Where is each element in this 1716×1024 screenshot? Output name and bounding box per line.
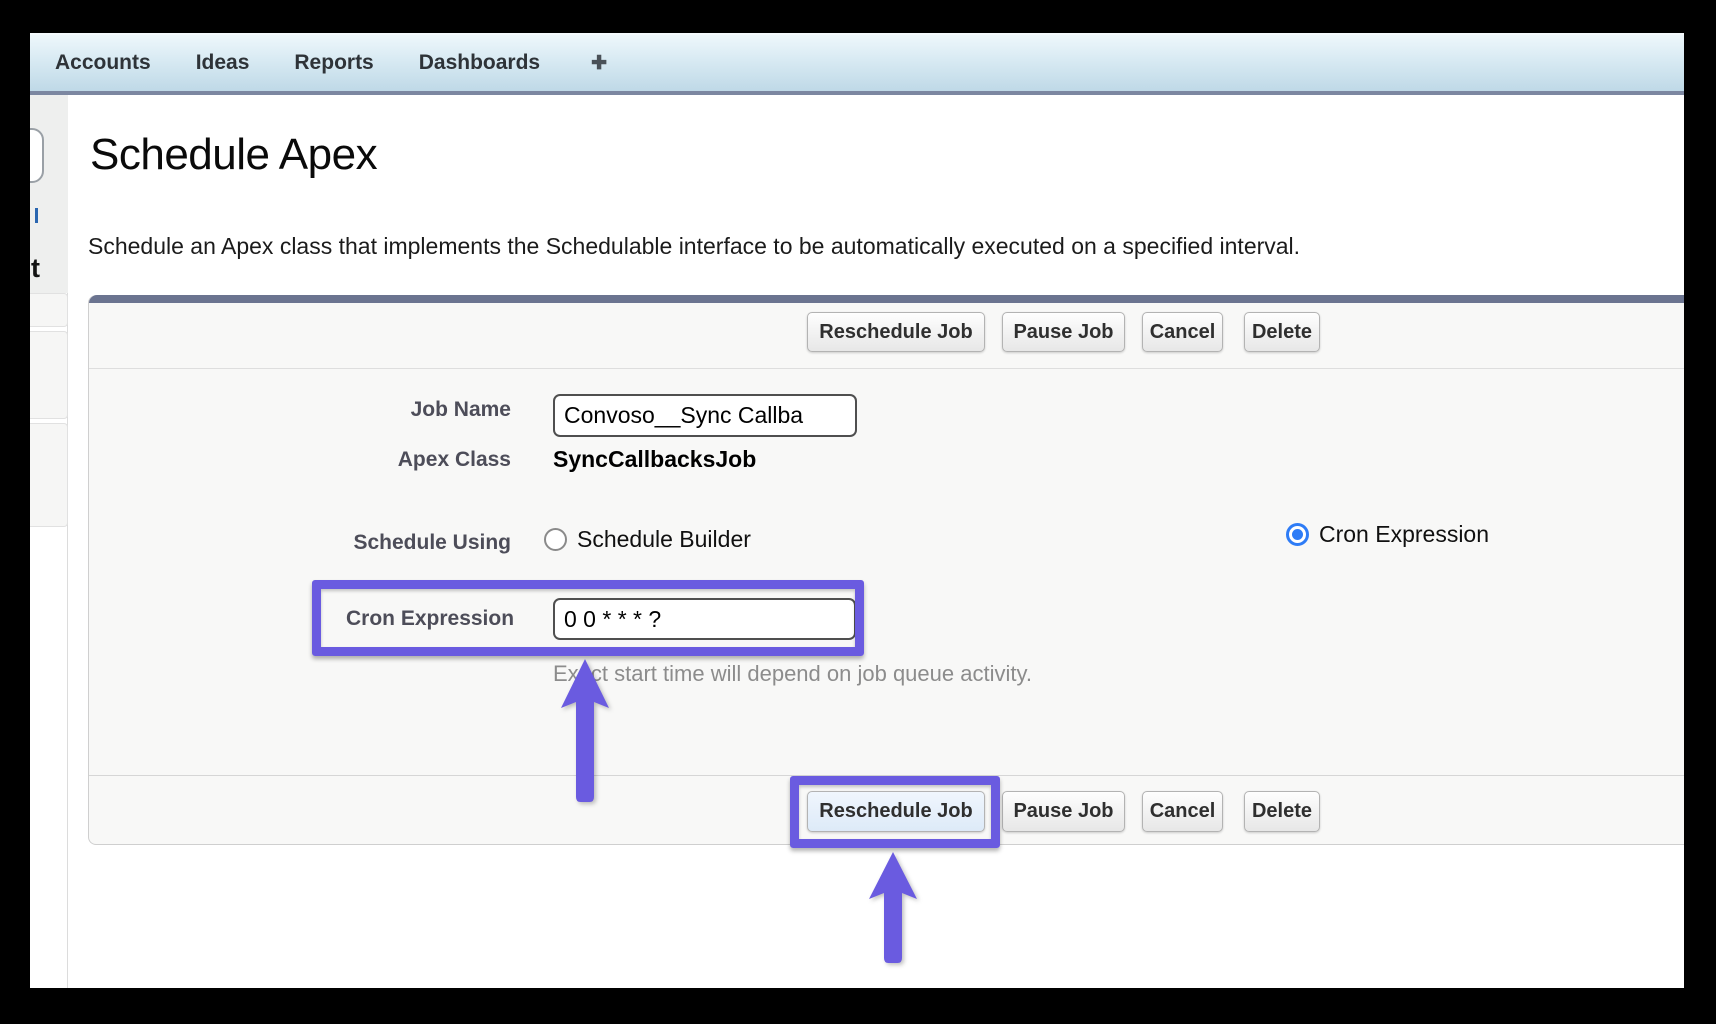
apex-class-label: Apex Class [189, 448, 511, 472]
cron-highlight-box [312, 580, 864, 656]
tab-ideas[interactable]: Ideas [196, 51, 250, 75]
tab-reports[interactable]: Reports [294, 51, 373, 75]
panel-divider-top [89, 368, 1684, 369]
cron-help-text: Exact start time will depend on job queu… [553, 661, 1032, 687]
schedule-builder-radio[interactable] [544, 528, 567, 551]
sidebar-link-fragment[interactable] [35, 208, 38, 223]
reschedule-job-button-top[interactable]: Reschedule Job [807, 312, 985, 352]
schedule-using-label: Schedule Using [189, 531, 511, 555]
sidebar-section-box [30, 293, 68, 327]
screen: { "nav": { "tabs": [ { "label": "Account… [0, 0, 1716, 1024]
cron-expression-radio-label[interactable]: Cron Expression [1319, 521, 1489, 548]
tab-bar: Accounts Ideas Reports Dashboards ✚ [30, 33, 1684, 95]
schedule-builder-option: Schedule Builder [544, 526, 751, 553]
sidebar-section-box [30, 331, 68, 419]
reschedule-highlight-box [790, 776, 1000, 848]
reschedule-arrow-annotation [861, 849, 925, 967]
cancel-button-top[interactable]: Cancel [1142, 312, 1223, 352]
apex-class-value: SyncCallbacksJob [553, 446, 756, 473]
schedule-builder-radio-label[interactable]: Schedule Builder [577, 526, 751, 553]
pause-job-button-bottom[interactable]: Pause Job [1002, 791, 1125, 832]
schedule-apex-panel: Reschedule Job Pause Job Cancel Delete J… [88, 295, 1684, 845]
job-name-label: Job Name [189, 398, 511, 422]
cron-expression-radio[interactable] [1286, 523, 1309, 546]
sidebar-section-box [30, 423, 68, 527]
page-title: Schedule Apex [90, 130, 377, 180]
sidebar-text-fragment: t [31, 253, 40, 284]
add-tab-plus-icon[interactable]: ✚ [585, 52, 607, 75]
tab-dashboards[interactable]: Dashboards [419, 51, 540, 75]
app-window: Accounts Ideas Reports Dashboards ✚ t Sc… [30, 33, 1684, 988]
cancel-button-bottom[interactable]: Cancel [1142, 791, 1223, 832]
sidebar-partial-searchbox[interactable] [30, 128, 44, 183]
page-description: Schedule an Apex class that implements t… [88, 233, 1300, 260]
delete-button-top[interactable]: Delete [1244, 312, 1320, 352]
sidebar-sliver: t [30, 95, 68, 988]
job-name-input[interactable] [553, 394, 857, 437]
cron-arrow-annotation [553, 656, 617, 806]
cron-expression-option: Cron Expression [1286, 521, 1489, 548]
pause-job-button-top[interactable]: Pause Job [1002, 312, 1125, 352]
tab-accounts[interactable]: Accounts [55, 51, 151, 75]
panel-top-bar [89, 295, 1684, 303]
delete-button-bottom[interactable]: Delete [1244, 791, 1320, 832]
